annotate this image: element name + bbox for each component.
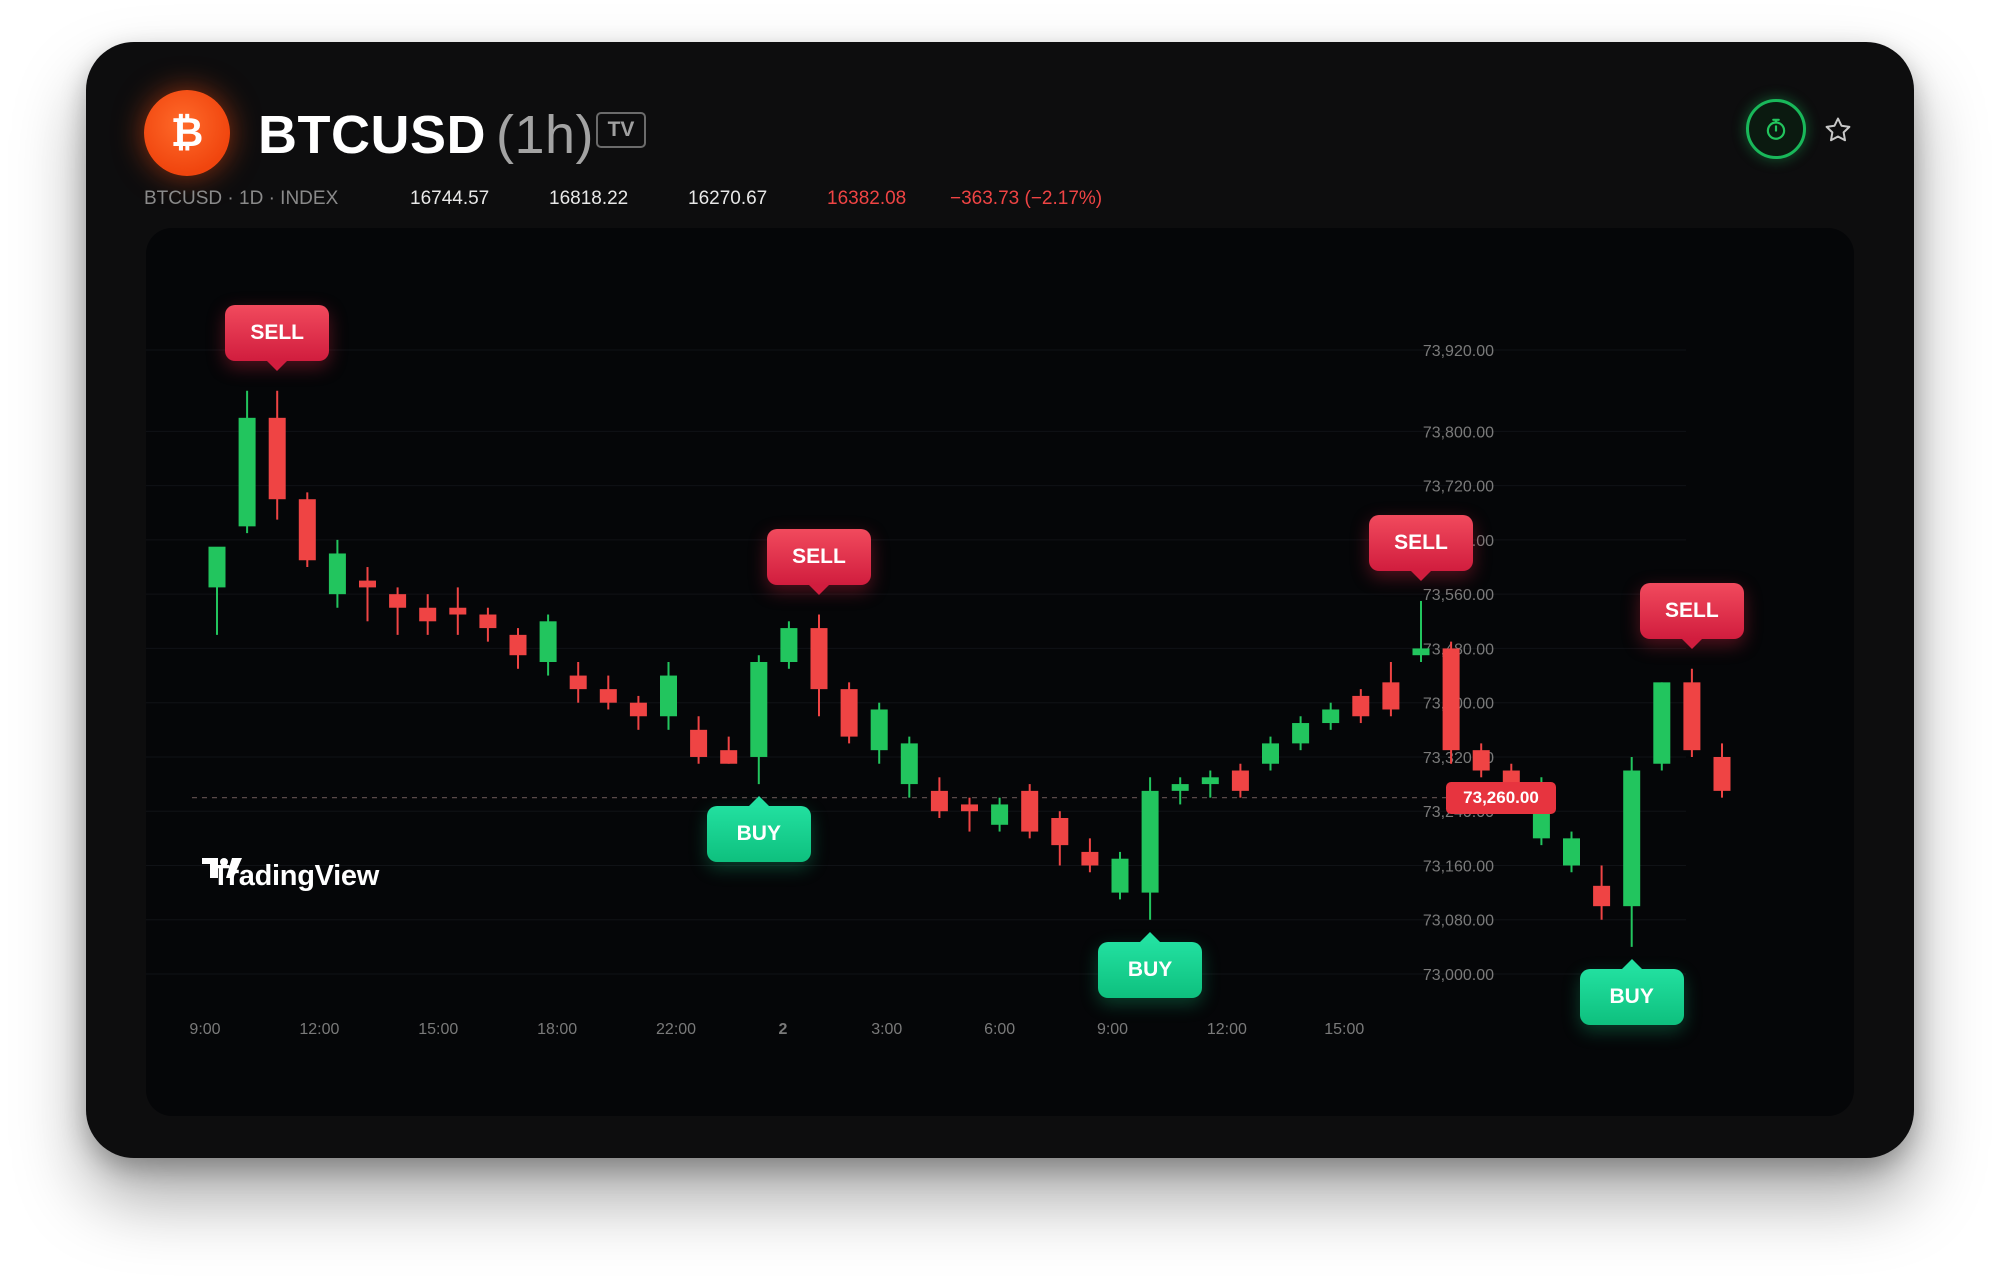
candle-body (1713, 756, 1731, 791)
candle-body (629, 702, 647, 717)
candle-body (1141, 790, 1159, 893)
y-tick-label: 73,160.00 (1423, 858, 1494, 875)
symbol-name: BTCUSD (258, 105, 486, 165)
candle-body (1382, 682, 1400, 710)
candle-body (328, 553, 346, 595)
tradingview-logo-icon (202, 858, 242, 878)
y-tick-label: 73,560.00 (1423, 587, 1494, 604)
timer-button[interactable] (1746, 99, 1806, 159)
candle-body (1683, 682, 1701, 751)
buy-signal-badge[interactable]: BUY (1098, 931, 1203, 998)
candle-body (1412, 648, 1430, 656)
candle-body (660, 675, 677, 717)
low-value: 16270.67 (688, 188, 768, 209)
candle-body (991, 804, 1009, 825)
current-price-label: 73,260.00 (1446, 781, 1556, 814)
candle-body (1111, 858, 1129, 893)
favorite-button[interactable] (1820, 112, 1856, 148)
chart-card: ₿ BTCUSD (1h) TV BTCUSD · 1D · INDEX 1674… (86, 42, 1914, 1158)
candle-body (1653, 682, 1671, 764)
star-icon (1825, 117, 1851, 142)
candle-body (840, 689, 858, 737)
candle-body (900, 743, 918, 785)
close-value: 16382.08 (827, 188, 907, 209)
tv-badge: TV (596, 112, 646, 148)
candle-body (449, 607, 467, 615)
candle-body (1352, 695, 1370, 717)
candle-body (1201, 777, 1219, 785)
sell-signal-badge[interactable]: SELL (225, 304, 330, 371)
candle-body (268, 417, 286, 500)
candle-body (1231, 770, 1249, 791)
candle-body (1171, 784, 1189, 791)
buy-signal-badge[interactable]: BUY (1579, 958, 1684, 1025)
open-value: 16744.57 (410, 188, 490, 209)
candle-body (930, 790, 948, 812)
candle-body (870, 709, 888, 751)
y-tick-label: 73,000.00 (1423, 967, 1494, 984)
buy-signal-badge[interactable]: BUY (706, 796, 811, 863)
candle-body (1292, 723, 1310, 744)
bitcoin-icon: ₿ (144, 90, 230, 176)
candle-body (1442, 648, 1460, 751)
chart-area[interactable]: 73,920.0073,800.0073,720.0073,640.0073,5… (146, 228, 1854, 1116)
x-tick-label: 22:00 (656, 1021, 696, 1038)
candle-body (599, 689, 617, 703)
candle-body (569, 675, 587, 690)
symbol-title: BTCUSD (1h) (258, 100, 594, 170)
x-tick-label: 12:00 (1207, 1021, 1247, 1038)
candle-body (419, 607, 437, 622)
x-tick-label: 12:00 (299, 1021, 339, 1038)
x-tick-label: 3:00 (871, 1021, 902, 1038)
x-tick-label: 9:00 (189, 1021, 220, 1038)
x-tick-label: 9:00 (1097, 1021, 1128, 1038)
y-tick-label: 73,800.00 (1423, 424, 1494, 441)
candle-body (1472, 750, 1490, 771)
candle-body (298, 499, 316, 561)
candle-body (750, 662, 768, 757)
y-tick-label: 73,920.00 (1423, 343, 1494, 360)
tradingview-logo: TradingView (202, 856, 379, 896)
candle-body (1262, 743, 1279, 764)
y-tick-label: 73,080.00 (1423, 913, 1494, 930)
candle-body (389, 594, 407, 608)
y-tick-label: 73,720.00 (1423, 479, 1494, 496)
x-tick-label: 15:00 (1324, 1021, 1364, 1038)
sell-signal-badge[interactable]: SELL (767, 528, 871, 595)
candle-body (359, 580, 376, 588)
x-tick-label: 6:00 (984, 1021, 1015, 1038)
high-value: 16818.22 (549, 188, 629, 209)
candle-body (1021, 790, 1039, 832)
sell-signal-badge[interactable]: SELL (1369, 514, 1473, 581)
x-tick-label: 2 (778, 1021, 787, 1038)
candle-body (690, 729, 708, 757)
candle-body (1593, 885, 1611, 907)
candle-body (539, 621, 557, 662)
source-label: BTCUSD · 1D · INDEX (144, 188, 339, 209)
sell-signal-badge[interactable]: SELL (1639, 582, 1744, 649)
candle-body (1322, 709, 1340, 724)
x-tick-label: 15:00 (418, 1021, 458, 1038)
candle-body (1563, 838, 1580, 866)
candle-body (961, 804, 978, 812)
x-tick-label: 18:00 (537, 1021, 577, 1038)
candle-body (479, 614, 497, 629)
candle-body (238, 417, 256, 527)
candle-body (509, 634, 527, 656)
candle-body (780, 628, 798, 662)
candle-body (1051, 818, 1069, 846)
stopwatch-icon (1766, 118, 1786, 140)
interval-label: (1h) (496, 105, 595, 165)
candle-body (208, 546, 226, 588)
change-value: −363.73 (−2.17%) (950, 188, 1103, 209)
candle-body (1081, 851, 1099, 866)
candle-body (720, 750, 738, 764)
candle-body (1623, 770, 1641, 907)
candle-body (810, 628, 828, 690)
